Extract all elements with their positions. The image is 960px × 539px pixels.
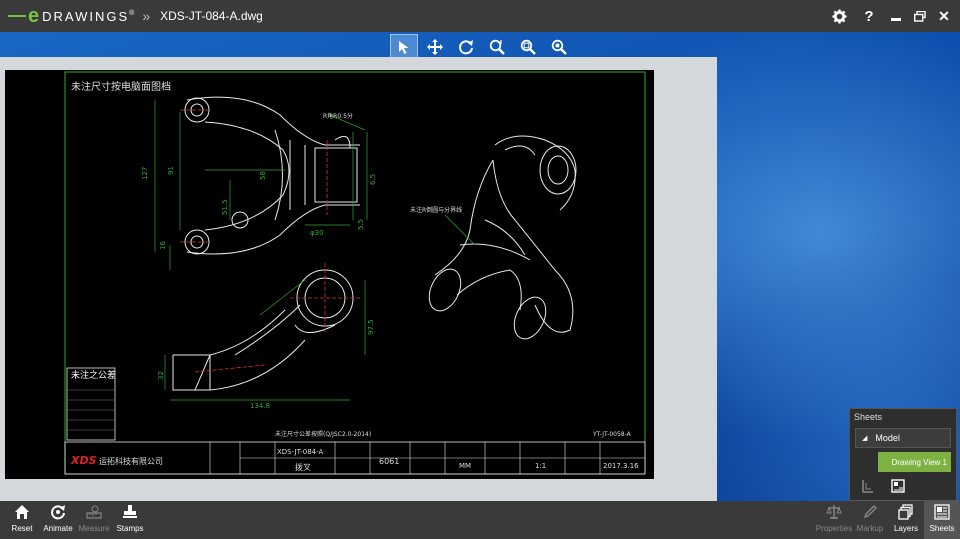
- settings-button[interactable]: [824, 0, 854, 32]
- help-button[interactable]: ?: [854, 0, 884, 32]
- minimize-button[interactable]: [884, 0, 908, 32]
- layers-button[interactable]: Layers: [888, 501, 924, 539]
- animate-button[interactable]: Animate: [40, 501, 76, 539]
- sheets-icon: [934, 504, 950, 524]
- minimize-icon: [891, 17, 901, 21]
- svg-text:91: 91: [167, 166, 175, 175]
- sheet-layout-icon[interactable]: [860, 478, 876, 494]
- logo-text: DRAWINGS: [42, 8, 130, 24]
- home-icon: [14, 504, 30, 524]
- sheet-thumbnail-icon[interactable]: [890, 478, 906, 494]
- rotate-icon: [459, 40, 473, 55]
- model-tree-item[interactable]: ◢ Model: [855, 428, 951, 448]
- fork-front-view: [172, 269, 354, 391]
- model-label: Model: [875, 433, 900, 443]
- restore-icon: [914, 10, 926, 22]
- edrawings-logo: e DRAWINGS ®: [8, 0, 134, 32]
- svg-text:16: 16: [159, 241, 167, 250]
- layers-icon: [898, 504, 914, 524]
- measure-button[interactable]: Measure: [76, 501, 112, 539]
- svg-text:127: 127: [141, 167, 149, 180]
- breadcrumb-chevron-icon[interactable]: »: [142, 8, 150, 24]
- label-top: R角R0.5分: [323, 112, 353, 120]
- tolerance-table: 未注之公差: [66, 367, 116, 441]
- svg-text:MM: MM: [459, 462, 471, 470]
- svg-text:φ30: φ30: [310, 229, 324, 237]
- fork-isometric-view: [428, 135, 577, 340]
- move-icon: [427, 39, 443, 55]
- title-bar: e DRAWINGS ® » XDS-JT-084-A.dwg ? ✕: [0, 0, 960, 32]
- company-logo: XDS: [70, 454, 97, 467]
- measure-icon: [86, 504, 102, 524]
- pointer-icon: [399, 40, 409, 54]
- svg-text:58: 58: [259, 171, 267, 180]
- cad-drawing: 未注尺寸按电脑面图档 127 91 58 51.5 5.5 16 φ30 6.5…: [64, 71, 646, 475]
- drawing-number: YT-JT-0058-A: [592, 431, 632, 438]
- svg-text:XDS-JT-084-A: XDS-JT-084-A: [277, 448, 324, 456]
- svg-text:6.5: 6.5: [369, 174, 377, 185]
- zoom-area-icon: [551, 39, 567, 55]
- drawing-view-item[interactable]: Drawing View 1: [878, 452, 951, 472]
- svg-text:5.5: 5.5: [357, 219, 365, 230]
- scale-icon: [826, 504, 842, 524]
- svg-text:未注之公差: 未注之公差: [71, 369, 116, 381]
- svg-text:134.8: 134.8: [250, 402, 270, 410]
- stamp-icon: [122, 504, 138, 524]
- svg-text:1:1: 1:1: [535, 462, 546, 470]
- pencil-icon: [862, 504, 878, 524]
- center-note: 未注尺寸公差按照(Q/JSC2.0-2014): [275, 430, 371, 438]
- drawing-sheet[interactable]: 未注尺寸按电脑面图档 127 91 58 51.5 5.5 16 φ30 6.5…: [5, 70, 654, 479]
- document-title: XDS-JT-084-A.dwg: [160, 9, 263, 23]
- markup-button[interactable]: Markup: [852, 501, 888, 539]
- logo-mark: e: [28, 4, 40, 27]
- drawing-heading: 未注尺寸按电脑面图档: [71, 80, 171, 93]
- zoom-fit-icon: [520, 39, 536, 55]
- logo-registered: ®: [129, 9, 135, 17]
- sheets-panel-title: Sheets: [854, 412, 883, 422]
- svg-text:拨叉: 拨叉: [295, 462, 311, 472]
- sheets-panel: Sheets ◢ Model Drawing View 1: [849, 408, 957, 501]
- gear-icon: [831, 8, 847, 24]
- svg-text:97.5: 97.5: [367, 319, 375, 335]
- reset-button[interactable]: Reset: [4, 501, 40, 539]
- sheets-button[interactable]: Sheets: [924, 501, 960, 539]
- restore-button[interactable]: [908, 0, 932, 32]
- fork-top-view: [184, 96, 360, 255]
- svg-text:6061: 6061: [379, 457, 399, 466]
- zoom-icon: [489, 39, 505, 55]
- svg-text:2017.3.16: 2017.3.16: [603, 462, 639, 470]
- close-button[interactable]: ✕: [932, 0, 956, 32]
- title-block: XDS 运拓科技有限公司 XDS-JT-084-A 拨叉 6061 MM 1:1…: [64, 441, 646, 475]
- svg-text:51.5: 51.5: [221, 199, 229, 215]
- svg-text:32: 32: [157, 371, 165, 380]
- bottom-toolbar: Reset Animate Measure Stamps Properties …: [0, 501, 960, 539]
- stamps-button[interactable]: Stamps: [112, 501, 148, 539]
- svg-text:运拓科技有限公司: 运拓科技有限公司: [99, 456, 163, 466]
- properties-button[interactable]: Properties: [816, 501, 852, 539]
- label-3d: 未注R倒圆与分界线: [410, 206, 462, 214]
- animate-icon: [50, 504, 66, 524]
- expand-triangle-icon[interactable]: ◢: [862, 434, 867, 442]
